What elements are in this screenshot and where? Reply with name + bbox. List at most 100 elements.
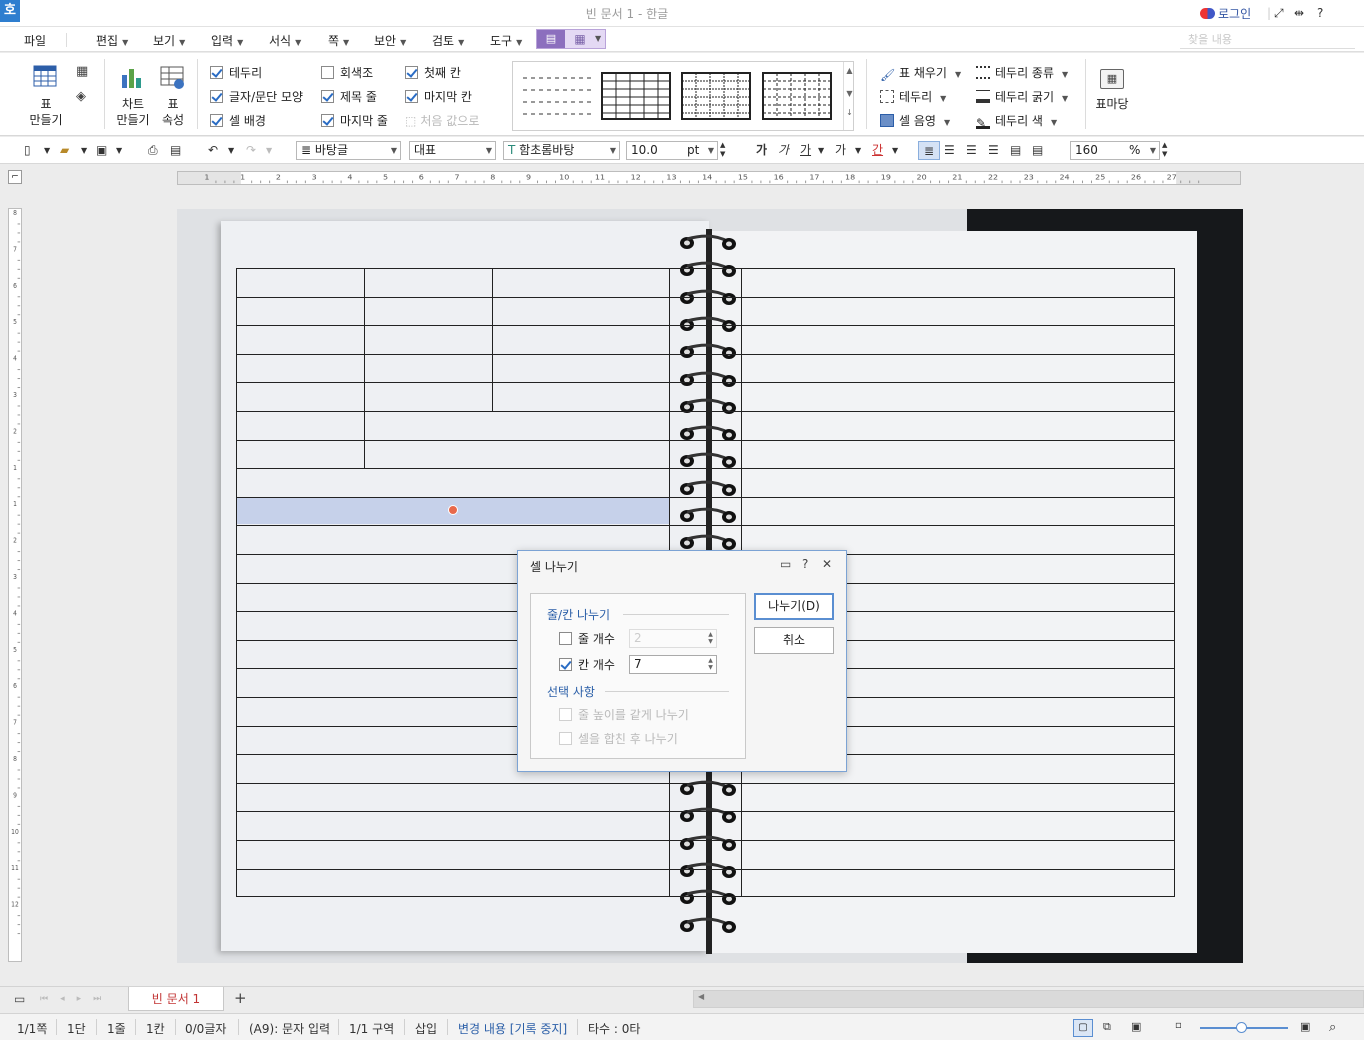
restore-icon[interactable]: ⇹ (1294, 6, 1304, 20)
cell-shade-button[interactable]: 셀 음영 ▼ (880, 112, 950, 129)
menu-page[interactable]: 쪽 ▼ (328, 32, 349, 49)
menu-edit[interactable]: 편집 ▼ (96, 32, 128, 49)
web-view-icon[interactable]: ⧉ (1103, 1020, 1111, 1034)
table-style-grid[interactable] (601, 72, 671, 120)
merge-then-split-checkbox[interactable]: 셀을 합친 후 나누기 (559, 730, 678, 747)
bold-button[interactable]: 가 (756, 141, 767, 160)
menu-file[interactable]: 파일 (24, 32, 46, 49)
header-row-checkbox[interactable]: 제목 줄 (321, 88, 377, 105)
dialog-help-icon[interactable]: ? (802, 557, 808, 571)
table-style-plain[interactable] (521, 72, 591, 120)
menu-review[interactable]: 검토 ▼ (432, 32, 464, 49)
checkbox-box[interactable] (405, 90, 418, 103)
cell-bg-checkbox[interactable]: 셀 배경 (210, 112, 266, 129)
redo-icon[interactable]: ↷ (246, 141, 256, 160)
menu-insert[interactable]: 입력 ▼ (211, 32, 243, 49)
menu-security[interactable]: 보안 ▼ (374, 32, 406, 49)
horizontal-scrollbar[interactable]: ◀ (693, 990, 1364, 1008)
italic-button[interactable]: 가 (778, 141, 789, 160)
zoom-search-icon[interactable]: ⌕ (1329, 1020, 1336, 1035)
zoom-slider-thumb[interactable] (1236, 1022, 1247, 1033)
gallery-expand-icon[interactable]: ↓ (844, 108, 855, 117)
col-count-checkbox[interactable]: 칸 개수 (559, 656, 615, 673)
chevron-down-icon[interactable]: ▼ (266, 141, 272, 160)
table-make-label[interactable]: 표 만들기 (24, 96, 68, 128)
font-select[interactable]: T 함초롬바탕 ▼ (503, 141, 620, 160)
table-yard-label[interactable]: 표마당 (1092, 96, 1132, 112)
equal-row-height-checkbox[interactable]: 줄 높이를 같게 나누기 (559, 706, 689, 723)
char-para-checkbox[interactable]: 글자/문단 모양 (210, 88, 303, 105)
print-icon[interactable]: ⎙ (148, 141, 158, 160)
grayscale-checkbox[interactable]: 회색조 (321, 64, 373, 81)
checkbox-box[interactable] (210, 66, 223, 79)
align-center-icon[interactable]: ☰ (966, 141, 977, 160)
menu-tools[interactable]: 도구 ▼ (490, 32, 522, 49)
status-insert-mode[interactable]: 삽입 (415, 1020, 437, 1037)
table-context-tabs[interactable]: ▤ ▦ ▼ (536, 29, 606, 49)
table-layout-tab-icon[interactable]: ▦ (567, 30, 593, 48)
menu-view[interactable]: 보기 ▼ (153, 32, 185, 49)
border-checkbox[interactable]: 테두리 (210, 64, 262, 81)
font-size-input[interactable]: 10.0 pt ▼ (626, 141, 718, 160)
search-input[interactable]: 찾을 내용 (1180, 31, 1355, 49)
align-justify-icon[interactable]: ≣ (918, 141, 940, 160)
reset-default-button[interactable]: ⬚ 처음 값으로 (405, 112, 479, 129)
preview-icon[interactable]: ▤ (170, 141, 181, 160)
table-style-dotted[interactable] (681, 72, 751, 120)
chevron-down-icon[interactable]: ▼ (892, 141, 898, 160)
chart-make-label[interactable]: 차트 만들기 (112, 96, 154, 128)
checkbox-box[interactable] (321, 66, 334, 79)
last-row-checkbox[interactable]: 마지막 줄 (321, 112, 388, 129)
underline-button[interactable]: 가 (800, 141, 811, 160)
border-width-button[interactable]: 테두리 굵기 ▼ (976, 88, 1068, 105)
chevron-down-icon[interactable]: ▼ (228, 141, 234, 160)
dialog-close-icon[interactable]: ✕ (822, 557, 832, 571)
language-select[interactable]: 대표 ▼ (409, 141, 496, 160)
chevron-down-icon[interactable]: ▼ (81, 141, 87, 160)
align-right-icon[interactable]: ☰ (988, 141, 999, 160)
split-cell-dialog[interactable]: 셀 나누기 ▭ ? ✕ 줄/칸 나누기 줄 개수 2 ▲ ▼ 칸 개수 7 ▲ ▼ 선택… (517, 550, 847, 772)
open-folder-icon[interactable]: ▰ (60, 141, 69, 160)
table-make-icon[interactable] (33, 65, 57, 87)
save-icon[interactable]: ▣ (96, 141, 107, 160)
split-button[interactable]: 나누기(D) (754, 593, 834, 620)
undo-icon[interactable]: ↶ (208, 141, 218, 160)
checkbox-box[interactable] (559, 708, 572, 721)
row-count-checkbox[interactable]: 줄 개수 (559, 630, 615, 647)
checkbox-box[interactable] (210, 114, 223, 127)
highlight-button[interactable]: 간 (872, 141, 883, 160)
new-doc-icon[interactable]: ▯ (24, 141, 31, 160)
row-count-stepper[interactable]: ▲ ▼ (706, 631, 715, 646)
chevron-down-icon[interactable]: ▼ (818, 141, 824, 160)
table-style-dashed[interactable] (762, 72, 832, 120)
checkbox-box[interactable] (405, 66, 418, 79)
dialog-comment-icon[interactable]: ▭ (780, 557, 791, 571)
normal-view-icon[interactable]: ▢ (1073, 1019, 1093, 1037)
fullscreen-icon[interactable]: ⤢ (1274, 6, 1284, 21)
scroll-down-icon[interactable]: ▼ (844, 89, 855, 98)
distribute-icon[interactable]: ▤ (1010, 141, 1021, 160)
border-type-button[interactable]: 테두리 종류 ▼ (976, 64, 1068, 81)
scroll-left-icon[interactable]: ◀ (698, 992, 704, 1001)
status-track-changes[interactable]: 변경 내용 [기록 중지] (458, 1020, 567, 1037)
zoom-out-icon[interactable]: ▫ (1175, 1020, 1182, 1031)
border-color-button[interactable]: ✎ 테두리 색 ▼ (976, 112, 1057, 130)
col-count-input[interactable]: 7 ▲ ▼ (629, 655, 717, 674)
ruler-toggle-icon[interactable]: ⌐ (8, 170, 22, 184)
last-col-checkbox[interactable]: 마지막 칸 (405, 88, 472, 105)
zoom-in-icon[interactable]: ▣ (1300, 1020, 1310, 1033)
checkbox-box[interactable] (559, 658, 572, 671)
tab-document[interactable]: 빈 문서 1 (128, 987, 224, 1011)
tab-nav-arrows-icon[interactable]: ⏮◂▸⏭ (40, 994, 113, 1004)
cancel-button[interactable]: 취소 (754, 627, 834, 654)
table-properties-icon[interactable] (160, 66, 186, 90)
table-erase-icon[interactable]: ◈ (76, 89, 86, 104)
chevron-down-icon[interactable]: ▼ (44, 141, 50, 160)
status-page[interactable]: 1/1쪽 (17, 1020, 47, 1037)
first-col-checkbox[interactable]: 첫째 칸 (405, 64, 461, 81)
table-properties-label[interactable]: 표 속성 (155, 96, 191, 128)
page-view-icon[interactable]: ▣ (1131, 1020, 1141, 1033)
checkbox-box[interactable] (210, 90, 223, 103)
col-count-stepper[interactable]: ▲ ▼ (706, 657, 715, 672)
zoom-stepper[interactable]: ▲ ▼ (1162, 141, 1167, 160)
